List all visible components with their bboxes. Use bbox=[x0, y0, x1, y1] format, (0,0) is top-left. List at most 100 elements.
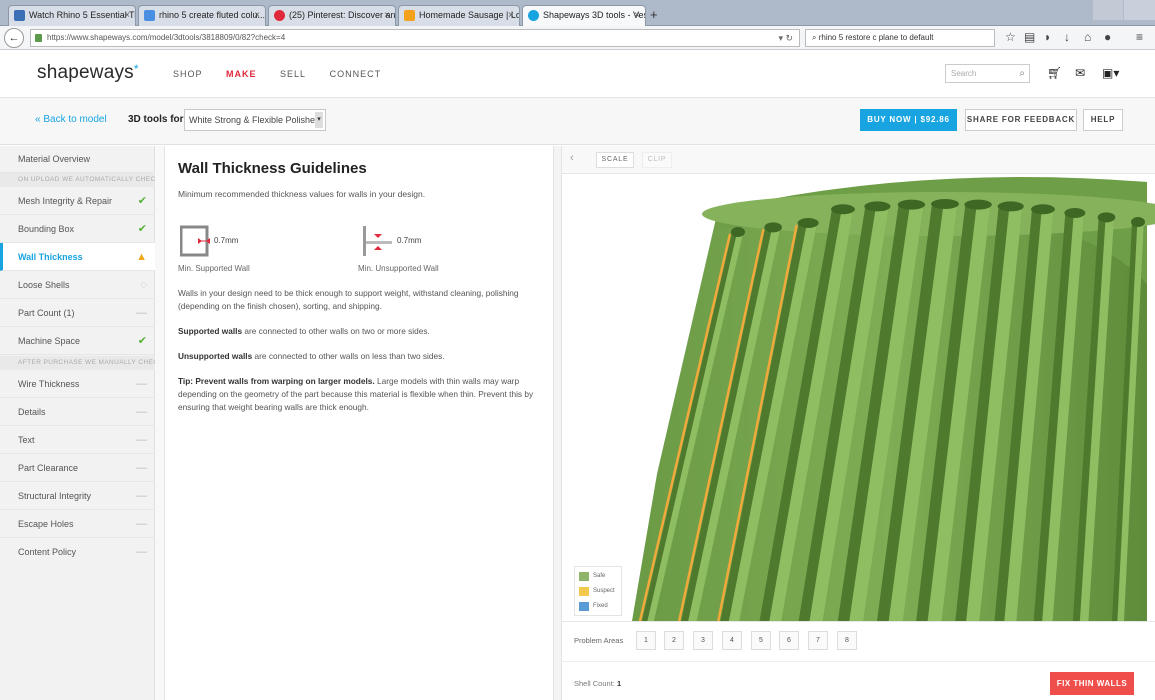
menu-icon[interactable]: ≡ bbox=[1136, 30, 1143, 44]
share-for-feedback-button[interactable]: SHARE FOR FEEDBACK bbox=[965, 109, 1077, 131]
nav-connect[interactable]: CONNECT bbox=[330, 69, 382, 79]
sidebar-item-escape-holes[interactable]: Escape Holes — bbox=[0, 510, 155, 538]
back-to-model-link[interactable]: « Back to model bbox=[35, 114, 107, 125]
sidebar-item-text[interactable]: Text — bbox=[0, 426, 155, 454]
legend-safe: Safe bbox=[579, 571, 605, 582]
sidebar-item-part-clearance[interactable]: Part Clearance — bbox=[0, 454, 155, 482]
checks-sidebar: Material Overview ON UPLOAD WE AUTOMATIC… bbox=[0, 146, 155, 700]
sidebar-item-mesh-integrity[interactable]: Mesh Integrity & Repair ✔ bbox=[0, 187, 155, 215]
browser-tab[interactable]: Homemade Sausage | Lo... × bbox=[398, 5, 520, 26]
address-bar[interactable]: https://www.shapeways.com/model/3dtools/… bbox=[30, 29, 800, 47]
new-tab-button[interactable]: + bbox=[650, 7, 658, 22]
browser-back-button[interactable]: ← bbox=[4, 28, 24, 48]
nav-shop[interactable]: SHOP bbox=[173, 69, 203, 79]
tools-for-label: 3D tools for bbox=[128, 114, 184, 125]
problem-area-button[interactable]: 4 bbox=[722, 631, 742, 650]
model-canvas[interactable]: Safe Suspect Fixed bbox=[562, 174, 1155, 621]
sidebar-item-label: Wall Thickness bbox=[18, 252, 83, 262]
material-select[interactable]: White Strong & Flexible Polished ▾ bbox=[184, 109, 326, 131]
site-search-input[interactable]: Search ⌕ bbox=[945, 64, 1030, 83]
close-icon[interactable]: × bbox=[634, 6, 640, 25]
flute-cap bbox=[997, 201, 1024, 212]
sidebar-item-loose-shells[interactable]: Loose Shells ◌ bbox=[0, 271, 155, 299]
search-icon[interactable]: ⌕ bbox=[1019, 65, 1025, 82]
sidebar-item-label: Material Overview bbox=[18, 154, 91, 164]
sidebar-item-wire-thickness[interactable]: Wire Thickness — bbox=[0, 370, 155, 398]
search-placeholder: Search bbox=[951, 69, 977, 78]
problem-area-button[interactable]: 5 bbox=[751, 631, 771, 650]
legend-label: Fixed bbox=[593, 603, 608, 609]
browser-tab[interactable]: (25) Pinterest: Discover an... × bbox=[268, 5, 396, 26]
help-button[interactable]: HELP bbox=[1083, 109, 1123, 131]
browser-tab-label: rhino 5 create fluted colu... bbox=[159, 10, 266, 20]
sidebar-item-machine-space[interactable]: Machine Space ✔ bbox=[0, 327, 155, 355]
minimize-button[interactable] bbox=[1093, 0, 1123, 20]
reload-icon[interactable]: ▾ ↻ bbox=[778, 30, 793, 46]
sidebar-item-structural-integrity[interactable]: Structural Integrity — bbox=[0, 482, 155, 510]
home-icon[interactable]: ⌂ bbox=[1084, 30, 1091, 44]
scale-button[interactable]: SCALE bbox=[596, 152, 634, 168]
sidebar-item-details[interactable]: Details — bbox=[0, 398, 155, 426]
sidebar-item-label: Mesh Integrity & Repair bbox=[18, 196, 113, 206]
dash-icon: — bbox=[136, 546, 147, 558]
flute-cap bbox=[1031, 204, 1055, 215]
browser-tab-bar: Watch Rhino 5 Essential Tr... × rhino 5 … bbox=[0, 0, 1155, 26]
pocket-icon[interactable]: ◗ bbox=[1044, 30, 1051, 44]
problem-area-button[interactable]: 6 bbox=[779, 631, 799, 650]
sidebar-item-bounding-box[interactable]: Bounding Box ✔ bbox=[0, 215, 155, 243]
guidelines-panel: Wall Thickness Guidelines Minimum recomm… bbox=[165, 146, 553, 700]
shapeways-logo[interactable]: shapeways* bbox=[37, 62, 139, 84]
supported-walls-paragraph: Supported walls are connected to other w… bbox=[178, 325, 543, 338]
close-icon[interactable]: × bbox=[508, 6, 514, 25]
close-icon[interactable]: × bbox=[384, 6, 390, 25]
problem-area-button[interactable]: 2 bbox=[664, 631, 684, 650]
problem-areas-label: Problem Areas bbox=[574, 636, 624, 645]
flute-cap bbox=[831, 204, 855, 215]
sidebar-item-material-overview[interactable]: Material Overview bbox=[0, 146, 155, 173]
flute-cap bbox=[897, 199, 926, 210]
addon-icon[interactable]: ● bbox=[1104, 30, 1111, 44]
tip-term: Tip: Prevent walls from warping on large… bbox=[178, 376, 375, 386]
problem-area-button[interactable]: 3 bbox=[693, 631, 713, 650]
dash-icon: — bbox=[136, 307, 147, 319]
shell-count-label: Shell Count: bbox=[574, 679, 615, 688]
cart-icon[interactable]: 🛒︎ bbox=[1047, 66, 1062, 80]
dash-icon: — bbox=[136, 518, 147, 530]
buy-now-button[interactable]: BUY NOW | $92.86 bbox=[860, 109, 957, 131]
download-icon[interactable]: ↓ bbox=[1064, 30, 1070, 44]
problem-areas-bar: Problem Areas 1 2 3 4 5 6 7 8 bbox=[562, 621, 1155, 661]
flute-cap bbox=[931, 199, 959, 209]
sidebar-section-auto: ON UPLOAD WE AUTOMATICALLY CHECK... bbox=[0, 173, 155, 187]
nav-make[interactable]: MAKE bbox=[226, 69, 257, 79]
nav-sell[interactable]: SELL bbox=[280, 69, 306, 79]
sidebar-item-content-policy[interactable]: Content Policy — bbox=[0, 538, 155, 566]
close-icon[interactable]: × bbox=[254, 6, 260, 25]
sidebar-scrollbar[interactable] bbox=[155, 146, 165, 700]
sidebar-item-label: Part Clearance bbox=[18, 463, 79, 473]
sidebar-item-wall-thickness[interactable]: Wall Thickness ▲ bbox=[0, 243, 155, 271]
browser-search-input[interactable]: ⌕ rhino 5 restore c plane to default bbox=[805, 29, 995, 47]
content-scrollbar[interactable] bbox=[553, 146, 562, 700]
mail-icon[interactable]: ✉ bbox=[1075, 66, 1085, 80]
browser-tab-active[interactable]: Shapeways 3D tools - Vessel × bbox=[522, 5, 646, 26]
supported-wall-value: 0.7mm bbox=[214, 236, 239, 245]
problem-area-button[interactable]: 8 bbox=[837, 631, 857, 650]
browser-tab[interactable]: rhino 5 create fluted colu... × bbox=[138, 5, 266, 26]
sidebar-item-label: Text bbox=[18, 435, 35, 445]
problem-area-button[interactable]: 7 bbox=[808, 631, 828, 650]
reading-list-icon[interactable]: ▤ bbox=[1024, 30, 1035, 44]
legend-suspect: Suspect bbox=[579, 586, 615, 597]
sidebar-item-part-count[interactable]: Part Count (1) — bbox=[0, 299, 155, 327]
window-close-button[interactable] bbox=[1124, 0, 1155, 20]
browser-tab[interactable]: Watch Rhino 5 Essential Tr... × bbox=[8, 5, 136, 26]
fix-thin-walls-button[interactable]: FIX THIN WALLS bbox=[1050, 672, 1134, 695]
browser-tab-label: Homemade Sausage | Lo... bbox=[419, 10, 520, 20]
close-icon[interactable]: × bbox=[124, 6, 130, 25]
warning-icon: ▲ bbox=[136, 251, 147, 263]
problem-area-button[interactable]: 1 bbox=[636, 631, 656, 650]
clip-button[interactable]: CLIP bbox=[642, 152, 672, 168]
browser-tab-label: Shapeways 3D tools - Vessel bbox=[543, 10, 645, 20]
collapse-panel-icon[interactable]: ‹ bbox=[570, 152, 574, 164]
bookmark-star-icon[interactable]: ☆ bbox=[1005, 30, 1016, 44]
avatar-icon[interactable]: ▣▾ bbox=[1102, 66, 1119, 80]
